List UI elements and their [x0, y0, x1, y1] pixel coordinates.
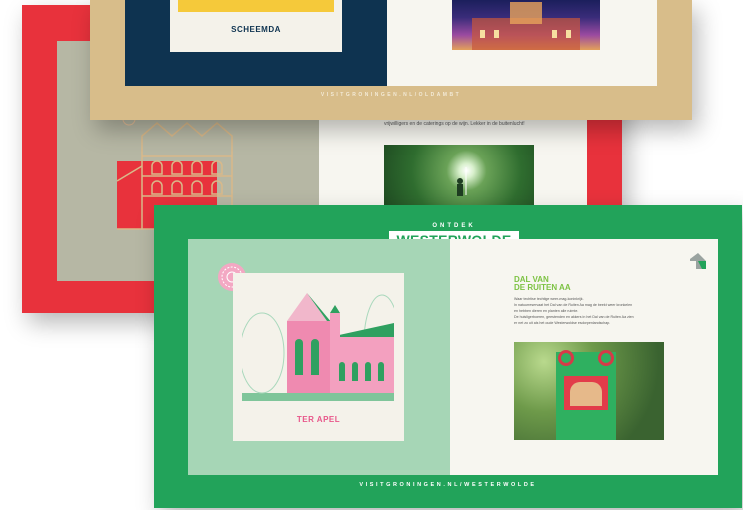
wheel-icon	[558, 350, 574, 366]
footer-url: VISITGRONINGEN.NL/WESTERWOLDE	[359, 482, 537, 488]
photo-caption: TER APEL	[296, 415, 341, 424]
church-illustration	[239, 283, 401, 401]
right-panel: DAL VAN DE RUITEN AA Waar techtise techt…	[450, 239, 718, 475]
section-title: DAL VAN DE RUITEN AA	[514, 276, 571, 292]
badge-subtitle: ONTDEK	[432, 223, 476, 229]
people-figures	[570, 382, 602, 406]
arrow-icon	[688, 251, 708, 276]
lit-building	[472, 2, 580, 50]
green-machine	[556, 350, 616, 440]
body-text: vrijwilligers en de caterings op de wijn…	[384, 121, 525, 127]
navy-panel: SCHEEMDA	[125, 0, 387, 86]
right-panel	[387, 0, 657, 86]
section-title-line2: DE RUITEN AA	[514, 283, 571, 292]
forest-machine-photo	[514, 342, 664, 440]
photo-caption: SCHEEMDA	[231, 25, 281, 34]
tan-brochure-page: SCHEEMDA VISITGRONINGEN.NL/OLDAMBT	[90, 0, 692, 120]
yellow-illustration	[178, 0, 334, 12]
left-panel: TER APEL	[188, 239, 450, 475]
silhouette-figure	[457, 167, 467, 196]
forest-photo	[384, 145, 534, 209]
green-brochure-page: ONTDEK WESTERWOLDE	[154, 205, 742, 508]
polaroid-photo: SCHEEMDA	[170, 0, 342, 52]
polaroid-photo: TER APEL	[233, 273, 404, 441]
night-building-photo	[452, 0, 600, 50]
body-line: er net zo uit als het oude Westerwoldse …	[514, 321, 611, 325]
section-body: Waar techtise techtige weer-mag-koninkri…	[514, 296, 664, 326]
wheel-icon	[598, 350, 614, 366]
red-window	[564, 376, 608, 410]
footer-url: VISITGRONINGEN.NL/OLDAMBT	[320, 92, 462, 98]
